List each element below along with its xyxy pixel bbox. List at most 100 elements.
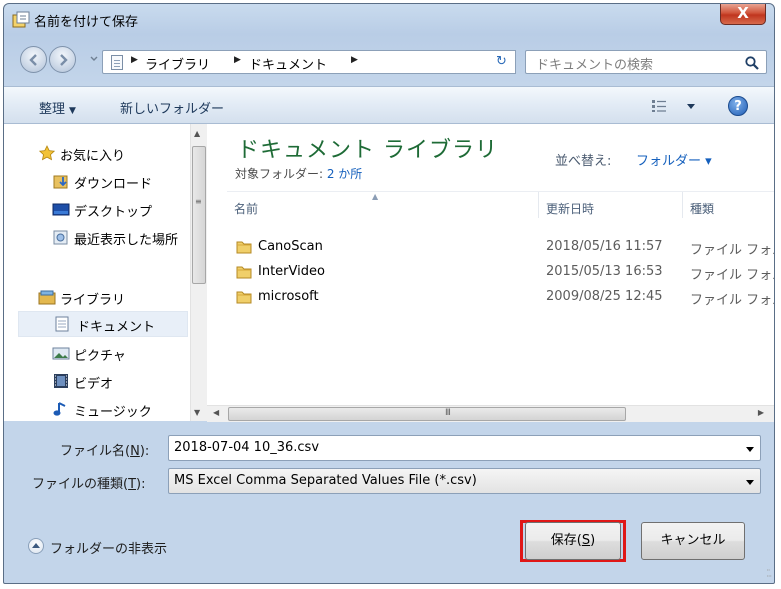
nav-label: ビデオ — [74, 377, 114, 392]
scroll-up-icon[interactable]: ▲ — [194, 129, 200, 138]
library-icon — [38, 290, 56, 305]
nav-item-downloads[interactable]: ダウンロード — [52, 169, 192, 195]
video-icon — [54, 374, 68, 388]
page-icon — [111, 55, 123, 70]
target-folders-label: 対象フォルダー: — [235, 167, 327, 181]
nav-item-documents[interactable]: ドキュメント — [18, 311, 188, 337]
column-header-name[interactable]: 名前 — [234, 200, 258, 217]
nav-item-libraries[interactable]: ライブラリ — [38, 285, 188, 311]
window-title: 名前を付けて保存 — [34, 15, 139, 30]
nav-label: 最近表示した場所 — [74, 233, 179, 248]
scroll-grip-icon: III — [445, 408, 451, 418]
save-as-dialog: 名前を付けて保存 X ▶ ライブラリ ▶ ドキュメント ▶ ↻ ドキュメントの検… — [3, 3, 775, 584]
filename-input[interactable]: 2018-07-04 10_36.csv — [168, 435, 761, 461]
view-dropdown-icon[interactable] — [687, 104, 695, 109]
nav-item-pictures[interactable]: ピクチャ — [52, 341, 192, 367]
chevron-down-icon[interactable] — [746, 480, 754, 485]
folder-icon — [236, 291, 252, 304]
filename-value: 2018-07-04 10_36.csv — [174, 440, 320, 455]
column-header-type[interactable]: 種類 — [690, 200, 714, 217]
search-input[interactable]: ドキュメントの検索 — [525, 50, 767, 74]
file-name: CanoScan — [258, 239, 323, 254]
filetype-label: ファイルの種類(T): — [32, 477, 146, 492]
chevron-down-icon[interactable] — [746, 447, 754, 452]
file-list-pane: ドキュメント ライブラリ 対象フォルダー: 2 か所 並べ替え: フォルダー ▾… — [207, 124, 774, 405]
navigation-pane-scrollbar[interactable]: ▲ ≡ ▼ — [190, 124, 207, 421]
file-row[interactable]: microsoft 2009/08/25 12:45 ファイル フォルダー — [227, 285, 774, 310]
download-folder-icon — [53, 175, 68, 189]
file-modified: 2015/05/13 16:53 — [546, 264, 663, 279]
filetype-select[interactable]: MS Excel Comma Separated Values File (*.… — [168, 468, 761, 494]
nav-label: ライブラリ — [60, 293, 126, 308]
sort-label: 並べ替え: — [555, 154, 612, 169]
crumb-separator-icon[interactable]: ▶ — [351, 55, 358, 65]
nav-label: ドキュメント — [77, 320, 156, 335]
save-button[interactable]: 保存(S) — [525, 522, 621, 560]
refresh-button[interactable]: ↻ — [488, 50, 516, 74]
crumb-separator-icon[interactable]: ▶ — [234, 55, 241, 65]
sort-ascending-icon: ▲ — [372, 192, 379, 201]
nav-item-music[interactable]: ミュージック — [52, 397, 192, 423]
scroll-thumb[interactable] — [192, 146, 206, 284]
file-row[interactable]: InterVideo 2015/05/13 16:53 ファイル フォルダー — [227, 260, 774, 285]
navigation-pane: お気に入り ダウンロード デスクトップ 最近表示した場所 ライブラリ ドキュメン… — [4, 124, 192, 421]
nav-label: ミュージック — [74, 405, 152, 420]
recent-places-icon — [53, 230, 68, 245]
picture-icon — [52, 347, 70, 360]
column-header-row: ▲ 名前 更新日時 種類 — [227, 191, 774, 218]
breadcrumb-documents[interactable]: ドキュメント — [249, 54, 327, 73]
nav-item-videos[interactable]: ビデオ — [52, 369, 192, 395]
cancel-button[interactable]: キャンセル — [641, 522, 745, 560]
file-row[interactable]: CanoScan 2018/05/16 11:57 ファイル フォルダー — [227, 235, 774, 260]
scroll-thumb[interactable]: III — [228, 407, 626, 421]
star-icon — [38, 145, 56, 161]
nav-item-desktop[interactable]: デスクトップ — [52, 197, 192, 223]
column-divider[interactable] — [538, 192, 539, 218]
file-type: ファイル フォルダー — [690, 293, 774, 308]
file-modified: 2018/05/16 11:57 — [546, 239, 663, 254]
recent-pages-dropdown-icon[interactable] — [89, 54, 99, 64]
sort-dropdown[interactable]: フォルダー ▾ — [636, 150, 712, 169]
collapse-up-icon — [28, 538, 44, 554]
resize-grip-icon[interactable]: ·· ··· — [766, 567, 772, 581]
target-folders-link[interactable]: 2 か所 — [327, 167, 362, 181]
help-icon[interactable]: ? — [728, 96, 748, 116]
new-folder-button[interactable]: 新しいフォルダー — [120, 98, 224, 117]
column-divider[interactable] — [682, 192, 683, 218]
nav-label: お気に入り — [60, 149, 126, 164]
file-name: InterVideo — [258, 264, 325, 279]
desktop-icon — [52, 203, 70, 216]
crumb-separator-icon[interactable]: ▶ — [131, 55, 138, 65]
close-button[interactable]: X — [720, 4, 766, 25]
nav-item-recent-places[interactable]: 最近表示した場所 — [52, 225, 192, 251]
organize-menu[interactable]: 整理 ▼ — [39, 98, 76, 117]
file-type: ファイル フォルダー — [690, 268, 774, 283]
back-arrow-icon — [29, 54, 37, 66]
scroll-down-icon[interactable]: ▼ — [194, 408, 200, 417]
hide-folders-label: フォルダーの非表示 — [50, 542, 168, 557]
target-folders-line: 対象フォルダー: 2 か所 — [235, 165, 362, 182]
nav-item-favorites[interactable]: お気に入り — [38, 141, 188, 167]
folder-icon — [236, 241, 252, 254]
search-icon[interactable] — [744, 55, 760, 71]
back-button[interactable] — [20, 46, 47, 73]
scroll-right-icon[interactable]: ▶ — [758, 408, 764, 417]
address-row: ▶ ライブラリ ▶ ドキュメント ▶ ↻ ドキュメントの検索 — [4, 42, 774, 76]
file-list-horizontal-scrollbar[interactable]: ◀ III ▶ — [207, 405, 774, 422]
forward-button[interactable] — [49, 46, 76, 73]
music-icon — [53, 402, 66, 416]
address-bar[interactable]: ▶ ライブラリ ▶ ドキュメント ▶ — [102, 50, 514, 74]
breadcrumb-library[interactable]: ライブラリ — [145, 54, 210, 73]
file-name: microsoft — [258, 289, 319, 304]
nav-label: デスクトップ — [74, 205, 153, 220]
chevron-down-icon: ▼ — [69, 106, 76, 116]
scroll-grip-icon: ≡ — [195, 197, 202, 206]
save-dialog-icon — [12, 11, 30, 28]
view-options-icon[interactable] — [651, 99, 667, 113]
command-toolbar: 整理 ▼ 新しいフォルダー ? — [4, 86, 774, 124]
filename-label: ファイル名(N): — [60, 444, 150, 459]
filetype-value: MS Excel Comma Separated Values File (*.… — [174, 473, 477, 488]
scroll-left-icon[interactable]: ◀ — [213, 408, 219, 417]
title-bar: 名前を付けて保存 X — [4, 4, 774, 34]
column-header-modified[interactable]: 更新日時 — [546, 200, 594, 217]
